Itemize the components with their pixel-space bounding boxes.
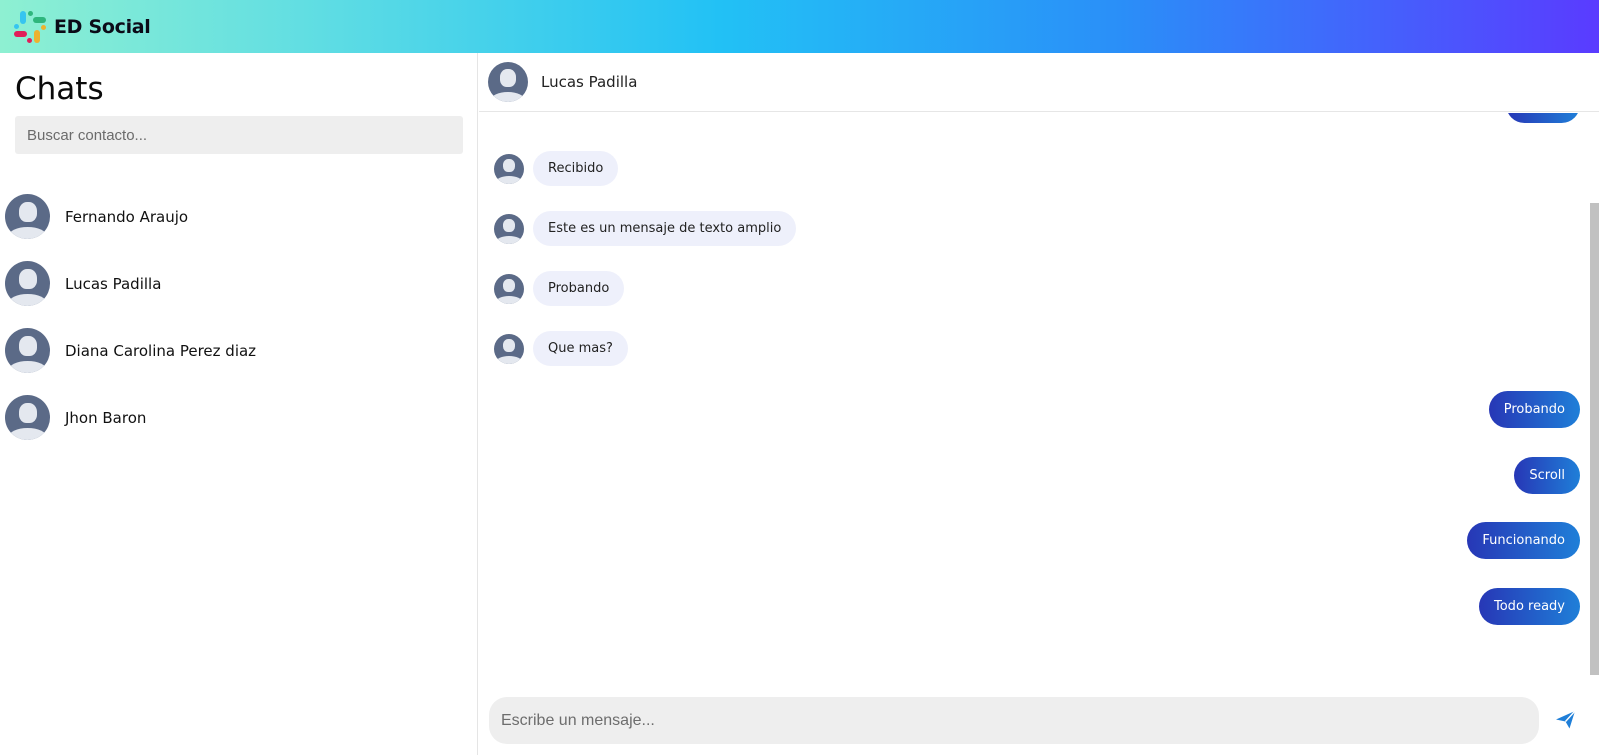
top-bar: ED Social bbox=[0, 0, 1599, 53]
contact-search-input[interactable] bbox=[15, 116, 463, 154]
avatar bbox=[494, 333, 524, 364]
incoming-message-bubble: Que mas? bbox=[533, 331, 628, 366]
contact-item[interactable]: Jhon Baron bbox=[0, 384, 478, 451]
outgoing-message-bubble: Probando bbox=[1488, 391, 1580, 428]
message-list: Recibido Este es un mensaje de texto amp… bbox=[479, 113, 1599, 733]
avatar bbox=[5, 328, 50, 373]
outgoing-message-bubble: Scroll bbox=[1514, 457, 1580, 494]
contact-name: Lucas Padilla bbox=[65, 274, 162, 293]
contact-name: Fernando Araujo bbox=[65, 207, 189, 226]
contact-item[interactable]: Diana Carolina Perez diaz bbox=[0, 317, 478, 384]
contact-list: Fernando Araujo Lucas Padilla Diana Caro… bbox=[0, 183, 478, 451]
avatar bbox=[494, 273, 524, 304]
incoming-message-bubble: Este es un mensaje de texto amplio bbox=[533, 211, 797, 246]
outgoing-message: Funcionando bbox=[1467, 522, 1580, 559]
contact-name: Jhon Baron bbox=[65, 408, 147, 427]
brand-name: ED Social bbox=[54, 15, 151, 38]
avatar bbox=[5, 194, 50, 239]
message-scrollbar[interactable] bbox=[1590, 203, 1599, 675]
incoming-message: Que mas? bbox=[494, 331, 628, 366]
incoming-message: Probando bbox=[494, 271, 625, 306]
message-input[interactable] bbox=[489, 697, 1539, 744]
chat-panel: Lucas Padilla Recibido Este es un mensaj… bbox=[479, 53, 1599, 755]
avatar bbox=[494, 213, 524, 244]
chat-contact-name: Lucas Padilla bbox=[541, 73, 638, 91]
outgoing-message-bubble: Todo ready bbox=[1479, 588, 1580, 625]
contact-item[interactable]: Fernando Araujo bbox=[0, 183, 478, 250]
incoming-message-bubble: Recibido bbox=[533, 151, 619, 186]
sidebar-title: Chats bbox=[15, 71, 104, 107]
incoming-message-bubble: Probando bbox=[533, 271, 625, 306]
avatar bbox=[494, 153, 524, 184]
outgoing-message: Probando bbox=[1488, 391, 1580, 428]
outgoing-message-bubble: Funcionando bbox=[1467, 522, 1580, 559]
outgoing-message: Scroll bbox=[1514, 457, 1580, 494]
slack-style-logo-icon bbox=[14, 10, 46, 43]
avatar bbox=[5, 395, 50, 440]
avatar bbox=[5, 261, 50, 306]
outgoing-message-bubble bbox=[1506, 113, 1580, 123]
incoming-message: Recibido bbox=[494, 151, 619, 186]
send-button[interactable] bbox=[1554, 708, 1578, 732]
contact-name: Diana Carolina Perez diaz bbox=[65, 341, 257, 360]
paper-plane-icon bbox=[1556, 710, 1576, 729]
avatar bbox=[488, 62, 528, 102]
chats-sidebar: Chats Fernando Araujo Lucas Padilla Dian… bbox=[0, 53, 478, 755]
contact-item[interactable]: Lucas Padilla bbox=[0, 250, 478, 317]
incoming-message: Este es un mensaje de texto amplio bbox=[494, 211, 797, 246]
outgoing-message: Todo ready bbox=[1479, 588, 1580, 625]
chat-header: Lucas Padilla bbox=[479, 53, 1599, 112]
